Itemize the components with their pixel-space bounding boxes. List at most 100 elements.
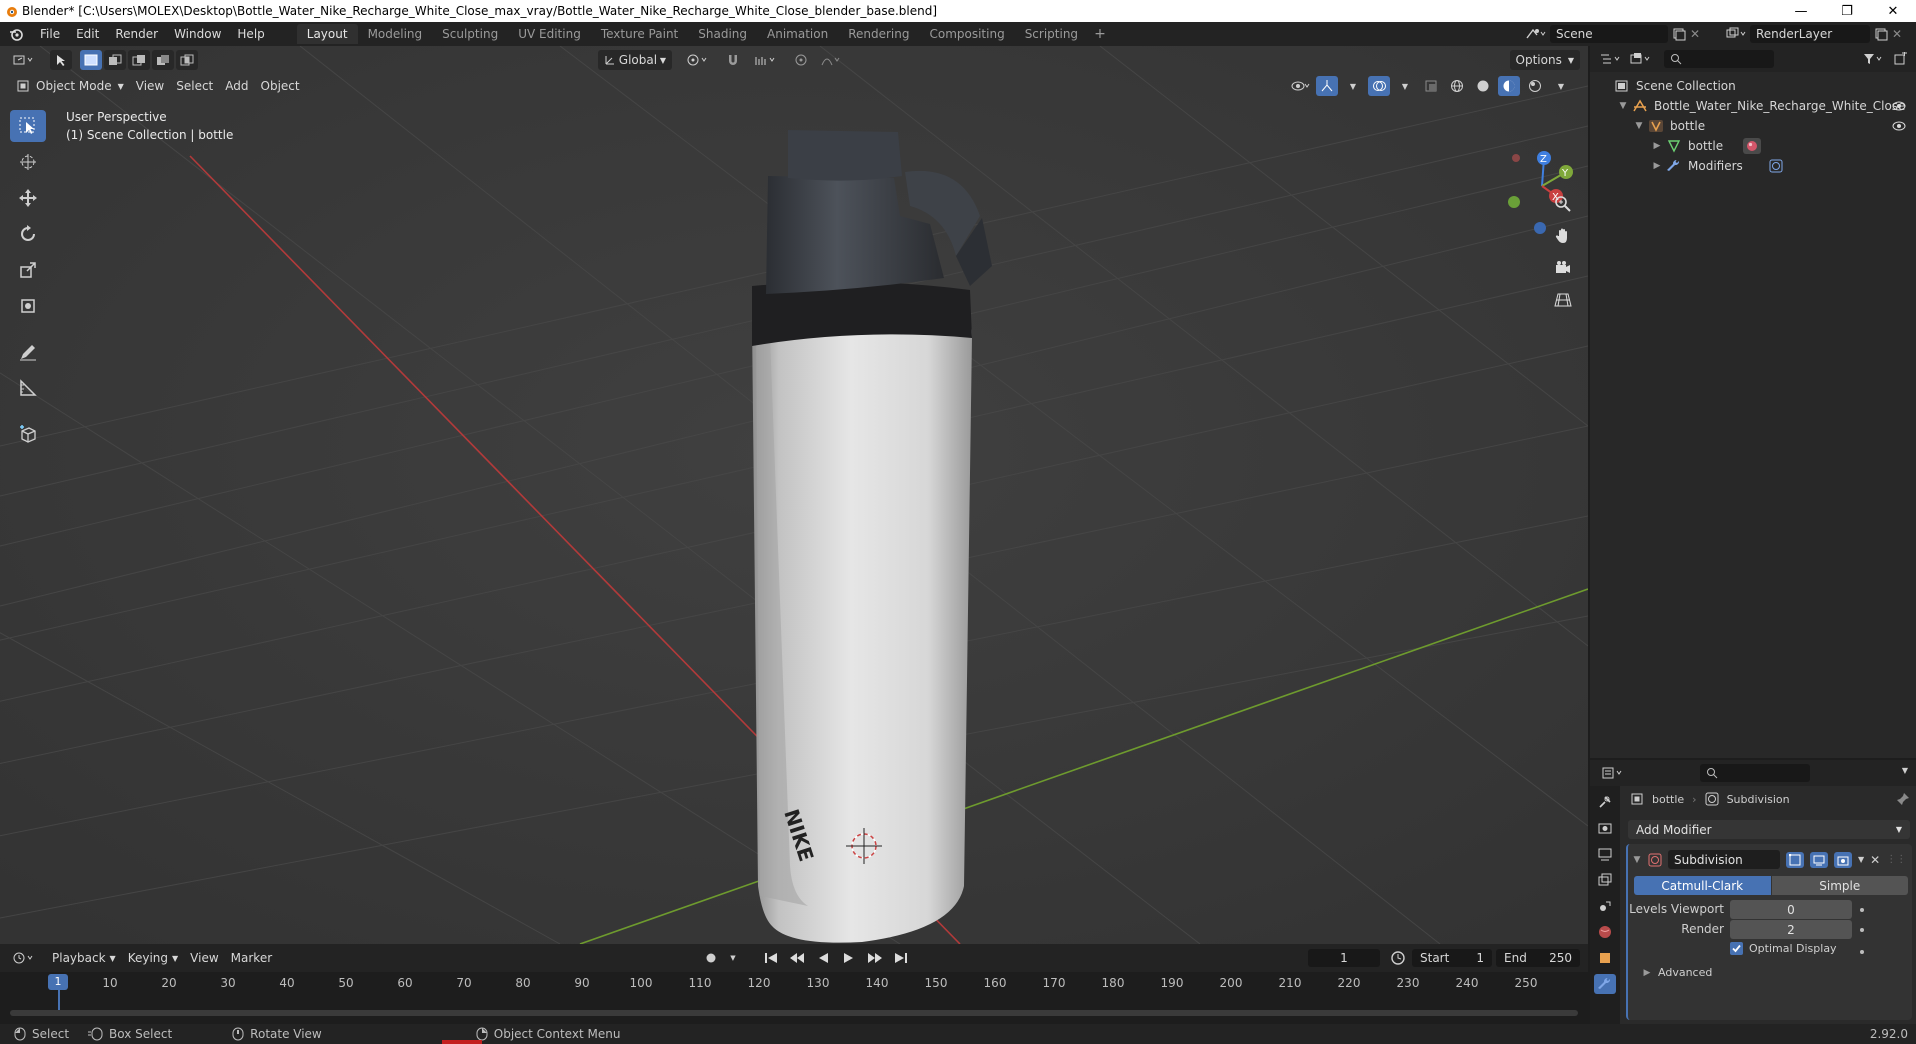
jump-keyframe-forward-icon[interactable] <box>864 948 886 968</box>
3d-viewport[interactable]: NIKE Z Y X Global ▼ Options ▼ Object Mod… <box>0 46 1588 944</box>
display-mode-dropdown[interactable] <box>1626 49 1656 69</box>
pan-hand-icon[interactable] <box>1550 224 1576 248</box>
modifier-name-input[interactable]: Subdivision <box>1668 850 1780 869</box>
scale-tool-icon[interactable] <box>10 254 46 286</box>
new-collection-icon[interactable] <box>1890 49 1912 69</box>
properties-search-input[interactable] <box>1700 764 1810 782</box>
tab-uv-editing[interactable]: UV Editing <box>508 24 591 44</box>
outliner-editor-type-icon[interactable] <box>1596 49 1626 69</box>
snap-toggle[interactable] <box>720 50 746 70</box>
options-dropdown[interactable]: Options ▼ <box>1509 50 1580 70</box>
tab-tool-icon[interactable] <box>1594 792 1616 812</box>
delete-modifier-icon[interactable]: ✕ <box>1870 853 1880 867</box>
jump-end-icon[interactable] <box>890 948 912 968</box>
select-new-icon[interactable] <box>80 50 102 70</box>
overlays-dropdown[interactable]: ▼ <box>1394 76 1416 96</box>
menu-window[interactable]: Window <box>166 27 229 41</box>
close-icon[interactable]: ✕ <box>1870 0 1916 22</box>
expand-triangle-icon[interactable]: ▼ <box>1618 101 1628 111</box>
menu-select[interactable]: Select <box>170 76 219 96</box>
playback-dropdown[interactable]: Playback ▼ <box>46 948 122 968</box>
render-layer-field[interactable]: RenderLayer <box>1750 25 1870 43</box>
tab-output-icon[interactable] <box>1594 844 1616 864</box>
expand-triangle-icon[interactable]: ▶ <box>1652 161 1662 171</box>
falloff-dropdown[interactable] <box>814 50 848 70</box>
outliner-row-mesh-bottle[interactable]: ▶ bottle <box>1590 136 1916 156</box>
shading-solid-icon[interactable] <box>1472 76 1494 96</box>
current-frame-field[interactable]: 1 <box>1308 949 1380 967</box>
outliner-row-collection[interactable]: ▼ Bottle_Water_Nike_Recharge_White_Close <box>1590 96 1916 116</box>
material-icon[interactable] <box>1743 138 1762 154</box>
start-frame-field[interactable]: Start 1 <box>1412 949 1492 967</box>
move-tool-icon[interactable] <box>10 182 46 214</box>
tab-compositing[interactable]: Compositing <box>919 24 1014 44</box>
tab-scene-icon[interactable] <box>1594 896 1616 916</box>
transform-orientation-dropdown[interactable]: Global ▼ <box>598 50 672 70</box>
tab-render-icon[interactable] <box>1594 818 1616 838</box>
render-layer-icon[interactable] <box>1724 26 1746 42</box>
outliner-row-scene-collection[interactable]: Scene Collection <box>1590 76 1916 96</box>
play-icon[interactable] <box>838 948 860 968</box>
end-frame-field[interactable]: End 250 <box>1496 949 1580 967</box>
select-box-tool-icon[interactable] <box>10 110 46 142</box>
add-modifier-dropdown[interactable]: Add Modifier ▼ <box>1628 820 1910 839</box>
edit-mode-toggle-icon[interactable] <box>1786 851 1804 868</box>
shading-wireframe-icon[interactable] <box>1446 76 1468 96</box>
timeline-menu-marker[interactable]: Marker <box>225 948 278 968</box>
tab-layout[interactable]: Layout <box>296 24 358 44</box>
play-reverse-icon[interactable] <box>812 948 834 968</box>
menu-edit[interactable]: Edit <box>68 27 107 41</box>
optimal-display-row[interactable]: Optimal Display <box>1730 942 1837 955</box>
expand-triangle-icon[interactable]: ▶ <box>1652 141 1662 151</box>
tab-shading[interactable]: Shading <box>688 24 757 44</box>
render-levels-field[interactable]: 2 <box>1730 920 1852 939</box>
timeline-ruler[interactable]: 1 10 20 30 40 50 60 70 80 90 100 110 120… <box>0 972 1588 1024</box>
outliner-search-input[interactable] <box>1664 50 1774 68</box>
keyframe-dot-icon[interactable] <box>1860 908 1864 912</box>
new-scene-icon[interactable] <box>1672 27 1686 41</box>
menu-object[interactable]: Object <box>255 76 306 96</box>
timeline-scrollbar[interactable] <box>10 1010 1578 1016</box>
select-intersect-icon[interactable] <box>176 50 198 70</box>
jump-keyframe-back-icon[interactable] <box>786 948 808 968</box>
visibility-eye-icon[interactable] <box>1892 121 1906 131</box>
tab-object-icon[interactable] <box>1594 948 1616 968</box>
drag-handle-icon[interactable]: ⋮⋮ <box>1886 854 1906 865</box>
chevron-down-icon[interactable]: ▼ <box>1902 766 1908 775</box>
tab-world-icon[interactable] <box>1594 922 1616 942</box>
filter-dropdown[interactable] <box>1860 49 1888 69</box>
shading-material-icon[interactable] <box>1498 76 1520 96</box>
pin-icon[interactable] <box>1896 792 1910 806</box>
mode-dropdown[interactable]: Object Mode ▼ <box>10 76 130 96</box>
snap-target-dropdown[interactable] <box>748 50 786 70</box>
scene-field[interactable]: Scene <box>1550 25 1668 43</box>
levels-viewport-field[interactable]: 0 <box>1730 900 1852 919</box>
proportional-edit-toggle[interactable] <box>788 50 814 70</box>
subdivision-modifier-icon[interactable] <box>1769 159 1783 173</box>
tab-rendering[interactable]: Rendering <box>838 24 919 44</box>
blender-menu-icon[interactable] <box>0 27 32 41</box>
menu-add[interactable]: Add <box>219 76 254 96</box>
keyframe-dot-icon[interactable] <box>1860 928 1864 932</box>
shading-rendered-icon[interactable] <box>1524 76 1546 96</box>
annotate-tool-icon[interactable] <box>10 336 46 368</box>
tab-modifiers-wrench-icon[interactable] <box>1594 974 1616 994</box>
keying-dropdown[interactable]: Keying ▼ <box>122 948 184 968</box>
chevron-down-icon[interactable]: ▼ <box>1858 855 1864 864</box>
tab-view-layer-icon[interactable] <box>1594 870 1616 890</box>
pivot-point-dropdown[interactable] <box>680 50 718 70</box>
expand-triangle-icon[interactable]: ▼ <box>1634 121 1644 131</box>
perspective-toggle-icon[interactable] <box>1550 288 1576 312</box>
zoom-icon[interactable] <box>1550 192 1576 216</box>
restore-icon[interactable]: ❐ <box>1824 0 1870 22</box>
checkbox-checked-icon[interactable] <box>1730 942 1743 955</box>
advanced-subpanel-header[interactable]: ▶ Advanced <box>1642 966 1713 979</box>
rotate-tool-icon[interactable] <box>10 218 46 250</box>
menu-render[interactable]: Render <box>107 27 166 41</box>
select-invert-icon[interactable] <box>152 50 174 70</box>
shading-dropdown[interactable]: ▼ <box>1550 76 1572 96</box>
gizmo-dropdown[interactable]: ▼ <box>1342 76 1364 96</box>
add-cube-tool-icon[interactable] <box>10 418 46 450</box>
select-tool-icon[interactable] <box>50 50 72 70</box>
transform-tool-icon[interactable] <box>10 290 46 322</box>
